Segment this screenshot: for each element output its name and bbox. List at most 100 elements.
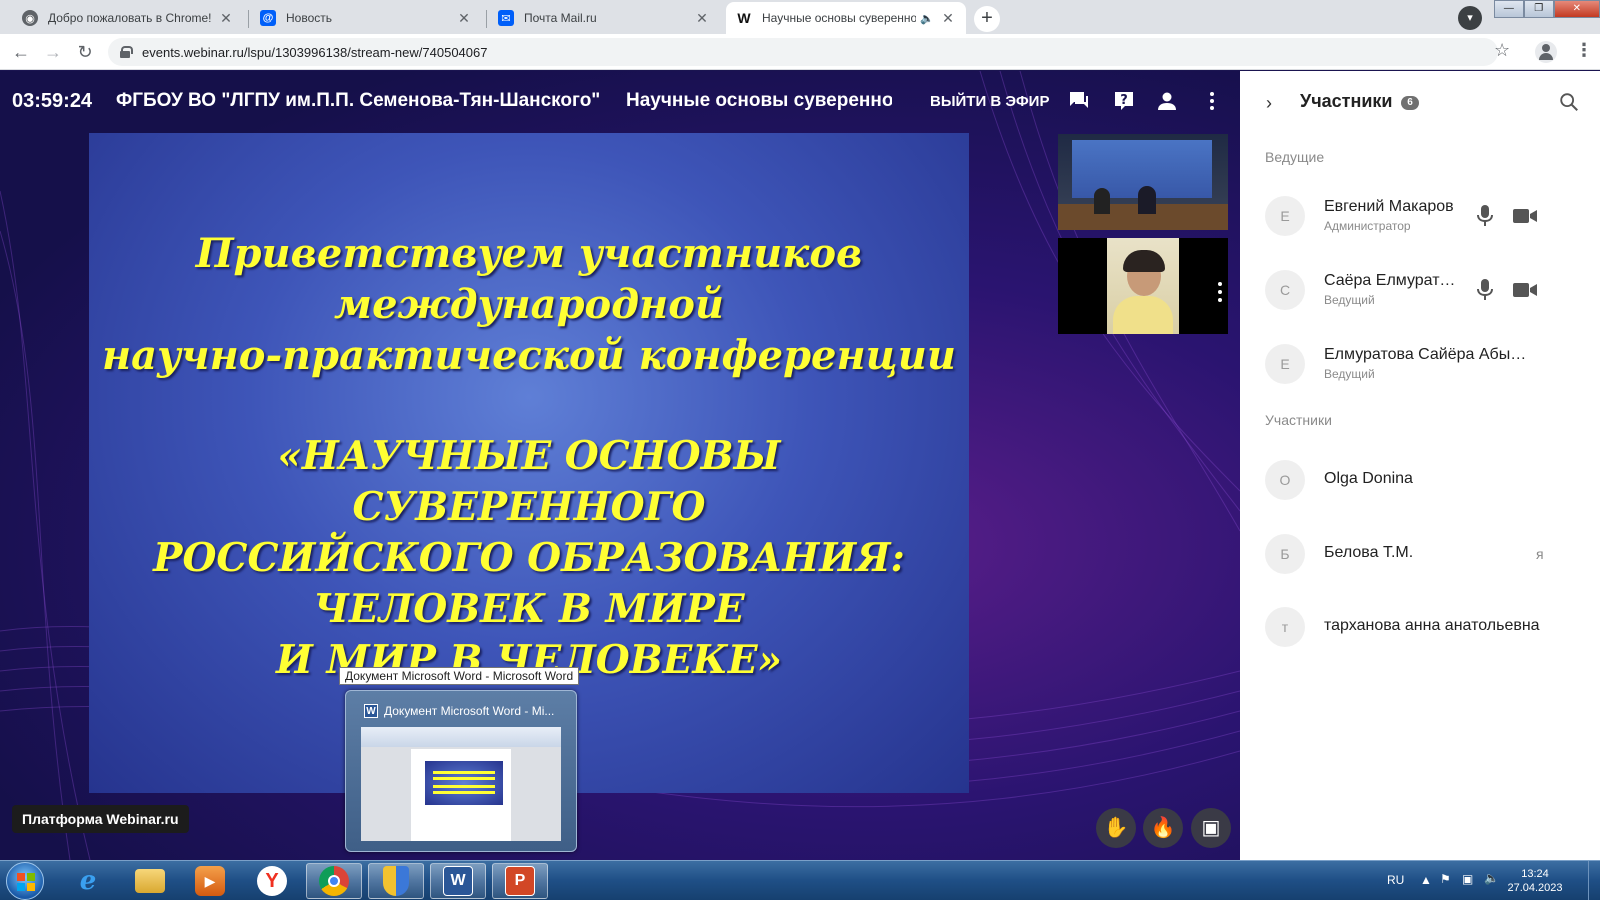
taskbar-word[interactable]: W — [430, 863, 486, 899]
tab-label: Новость — [286, 11, 333, 25]
participant-note: я — [1536, 546, 1544, 562]
speaker-body — [1113, 296, 1173, 334]
address-bar[interactable]: events.webinar.ru/lspu/1303996138/stream… — [108, 38, 1498, 66]
preview-title: Документ Microsoft Word - Mi... — [384, 704, 555, 718]
action-center-flag-icon[interactable]: ⚑ — [1440, 872, 1451, 886]
browser-menu-icon[interactable]: ⋮ — [1575, 40, 1593, 61]
slide-line: ЧЕЛОВЕК В МИРЕ — [313, 586, 745, 632]
language-indicator[interactable]: RU — [1387, 873, 1404, 887]
slide-line: «НАУЧНЫЕ ОСНОВЫ — [277, 433, 781, 479]
word-ribbon — [361, 727, 561, 747]
video-options-icon[interactable] — [1218, 282, 1224, 306]
participants-person-icon[interactable] — [1155, 89, 1179, 113]
restore-button[interactable]: ❐ — [1523, 0, 1554, 18]
webinar-stage: 03:59:24 ФГБОУ ВО "ЛГПУ им.П.П. Семенова… — [0, 71, 1240, 860]
participant-name: Саёра Елмуратова — [1324, 272, 1459, 289]
tab-close-icon[interactable]: ✕ — [456, 10, 472, 27]
collapse-chevron-icon[interactable]: › — [1266, 93, 1272, 114]
show-desktop-button[interactable] — [1588, 861, 1600, 900]
avatar: т — [1265, 607, 1305, 647]
file-explorer-icon — [135, 869, 165, 893]
taskbar-yandex-browser[interactable]: Y — [244, 863, 300, 899]
participant-row[interactable]: O Olga Donina — [1265, 452, 1585, 508]
tray-expand-icon[interactable]: ▲ — [1420, 873, 1432, 887]
reload-icon[interactable]: ↻ — [74, 41, 96, 63]
network-icon[interactable]: ▣ — [1462, 872, 1473, 886]
taskbar-tooltip: Документ Microsoft Word - Microsoft Word — [339, 667, 580, 685]
search-icon[interactable] — [1558, 91, 1580, 113]
tab-chrome-welcome[interactable]: ◉ Добро пожаловать в Chrome! ✕ — [12, 2, 244, 34]
bookmark-star-icon[interactable]: ☆ — [1494, 40, 1510, 61]
tab-close-icon[interactable]: ✕ — [940, 10, 956, 27]
new-tab-button[interactable]: + — [974, 6, 1000, 32]
question-icon[interactable]: ? — [1112, 89, 1136, 113]
forward-arrow-icon[interactable]: → — [42, 41, 64, 63]
tab-news[interactable]: @ Новость ✕ — [250, 2, 482, 34]
taskbar-media-player[interactable]: ▶ — [182, 863, 238, 899]
camera-icon[interactable] — [1512, 280, 1538, 300]
participant-row[interactable]: Е Елмуратова Сайёра Абылаевна Ведущий — [1265, 336, 1585, 392]
minimize-button[interactable]: — — [1494, 0, 1524, 18]
start-button[interactable] — [6, 862, 44, 900]
avatar: O — [1265, 460, 1305, 500]
taskbar-internet-explorer[interactable]: e — [60, 863, 116, 899]
participant-role: Администратор — [1324, 219, 1411, 233]
tab-label: Почта Mail.ru — [524, 11, 597, 25]
volume-icon[interactable]: 🔈 — [1484, 871, 1499, 885]
taskbar-powerpoint[interactable]: P — [492, 863, 548, 899]
tab-divider — [486, 10, 487, 28]
tab-divider — [248, 10, 249, 28]
participant-row[interactable]: Е Евгений Макаров Администратор — [1265, 188, 1585, 244]
slide-line: РОССИЙСКОГО ОБРАЗОВАНИЯ: — [153, 535, 905, 581]
tab-close-icon[interactable]: ✕ — [218, 10, 234, 27]
url-text: events.webinar.ru/lspu/1303996138/stream… — [142, 44, 488, 60]
mail-at-icon: @ — [260, 10, 276, 26]
microphone-icon[interactable] — [1475, 278, 1495, 302]
tab-close-icon[interactable]: ✕ — [694, 10, 710, 27]
more-options-icon[interactable] — [1200, 89, 1224, 113]
picture-in-picture-icon[interactable]: ▣ — [1191, 808, 1231, 848]
participant-row[interactable]: Б Белова Т.М. я — [1265, 526, 1585, 582]
chat-icon[interactable] — [1067, 89, 1091, 113]
taskbar-chrome[interactable] — [306, 863, 362, 899]
taskbar-security[interactable] — [368, 863, 424, 899]
avatar: Б — [1265, 534, 1305, 574]
internet-explorer-icon: e — [79, 866, 97, 896]
svg-text:?: ? — [1120, 93, 1128, 108]
participant-row[interactable]: С Саёра Елмуратова Ведущий — [1265, 262, 1585, 318]
media-player-icon: ▶ — [195, 866, 225, 896]
preview-thumbnail — [361, 727, 561, 841]
back-arrow-icon[interactable]: ← — [10, 41, 32, 63]
video-thumbnail-speaker[interactable] — [1058, 238, 1228, 334]
broadcast-timer: 03:59:24 — [12, 90, 93, 112]
speaker-hair — [1123, 250, 1165, 272]
embedded-slide-image — [425, 761, 503, 805]
close-window-button[interactable]: ✕ — [1553, 0, 1600, 18]
tab-webinar-active[interactable]: W Научные основы суверенно 🔈 ✕ — [726, 2, 966, 34]
taskbar-clock[interactable]: 13:24 27.04.2023 — [1500, 867, 1570, 895]
event-title: Научные основы суверенного — [626, 90, 892, 111]
participants-panel: › Участники 6 Ведущие Е Евгений Макаров … — [1240, 71, 1600, 860]
tab-mail-ru[interactable]: ✉ Почта Mail.ru ✕ — [488, 2, 720, 34]
chrome-icon — [319, 866, 349, 896]
participant-name: Елмуратова Сайёра Абылаевна — [1324, 346, 1534, 363]
participants-count-badge: 6 — [1401, 96, 1419, 110]
profile-avatar-icon[interactable] — [1535, 41, 1557, 63]
tab-search-icon[interactable]: ▾ — [1458, 6, 1482, 30]
powerpoint-icon: P — [505, 866, 535, 896]
preview-title-row: W Документ Microsoft Word - Mi... — [364, 704, 564, 718]
taskbar-file-explorer[interactable] — [122, 863, 178, 899]
word-icon: W — [443, 866, 473, 896]
raise-hand-icon[interactable]: ✋ — [1096, 808, 1136, 848]
taskbar-window-preview[interactable]: W Документ Microsoft Word - Mi... — [345, 690, 577, 852]
browser-toolbar: ← → ↻ events.webinar.ru/lspu/1303996138/… — [0, 34, 1600, 70]
chrome-icon: ◉ — [22, 10, 38, 26]
speaker-icon[interactable]: 🔈 — [920, 12, 934, 25]
document-page — [411, 749, 511, 841]
camera-icon[interactable] — [1512, 206, 1538, 226]
microphone-icon[interactable] — [1475, 204, 1495, 228]
go-on-air-button[interactable]: ВЫЙТИ В ЭФИР — [930, 93, 1049, 110]
participant-row[interactable]: т тарханова анна анатольевна — [1265, 599, 1585, 655]
reaction-fire-icon[interactable]: 🔥 — [1143, 808, 1183, 848]
video-thumbnail-conference-hall[interactable] — [1058, 134, 1228, 230]
